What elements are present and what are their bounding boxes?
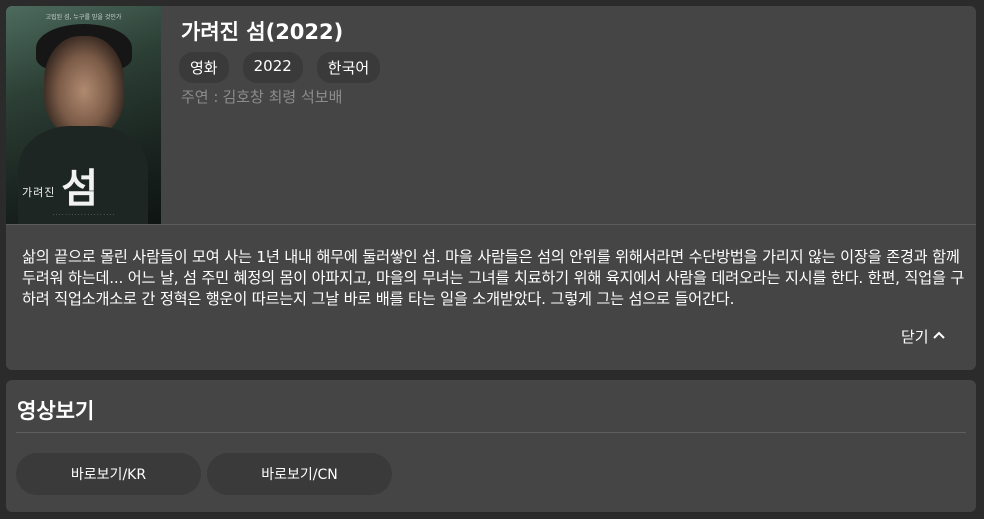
poster-title-small: 가려진 bbox=[22, 186, 56, 199]
movie-info-card: 고립된 섬, 누구를 믿을 것인가 가려진 섬 · · · · · · · · ·… bbox=[6, 6, 976, 370]
collapse-synopsis-button[interactable]: 닫기 bbox=[901, 326, 946, 347]
watch-cn-button[interactable]: 바로보기/CN bbox=[207, 453, 392, 495]
poster-title-big: 섬 bbox=[61, 165, 99, 212]
watch-section-title: 영상보기 bbox=[17, 399, 95, 423]
movie-poster: 고립된 섬, 누구를 믿을 것인가 가려진 섬 · · · · · · · · ·… bbox=[6, 6, 161, 224]
poster-title-art: 가려진 섬 bbox=[22, 156, 152, 214]
poster-tagline: 고립된 섬, 누구를 믿을 것인가 bbox=[45, 14, 122, 21]
tag-language: 한국어 bbox=[316, 52, 381, 83]
cast-names: 김호창 최령 석보배 bbox=[222, 88, 343, 106]
watch-kr-button[interactable]: 바로보기/KR bbox=[16, 453, 201, 495]
movie-title: 가려진 섬(2022) bbox=[181, 20, 344, 44]
watch-divider bbox=[16, 432, 966, 433]
chevron-up-icon bbox=[932, 329, 946, 344]
poster-face bbox=[44, 36, 124, 136]
tag-year: 2022 bbox=[242, 52, 303, 83]
movie-tags: 영화 2022 한국어 bbox=[179, 52, 381, 83]
info-divider bbox=[6, 224, 976, 225]
movie-synopsis: 삶의 끝으로 몰린 사람들이 모여 사는 1년 내내 해무에 둘러쌓인 섬. 마… bbox=[22, 248, 965, 308]
collapse-label: 닫기 bbox=[901, 328, 929, 346]
tag-type: 영화 bbox=[179, 52, 229, 83]
poster-credits: · · · · · · · · · · · · · · · · · · · · bbox=[52, 212, 115, 218]
watch-section: 영상보기 바로보기/KR 바로보기/CN bbox=[6, 380, 976, 512]
cast-label: 주연 : bbox=[181, 88, 219, 106]
movie-cast: 주연 : 김호창 최령 석보배 bbox=[181, 86, 342, 107]
